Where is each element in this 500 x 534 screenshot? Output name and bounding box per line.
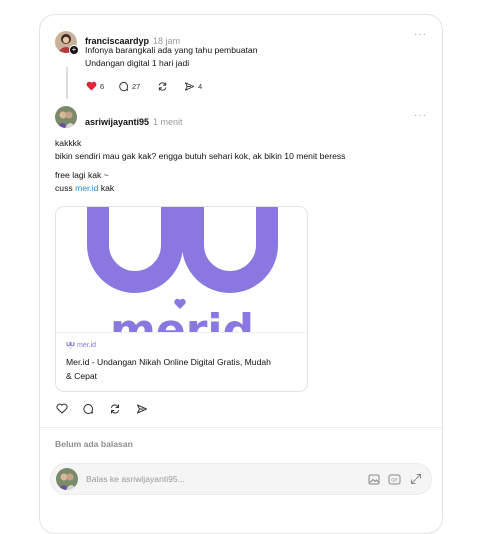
empty-replies-label: Belum ada balasan [55, 439, 133, 449]
reply-input[interactable]: Balas ke asriwijayanti95... [86, 474, 185, 484]
divider [40, 427, 442, 428]
more-options-icon[interactable]: ··· [414, 110, 427, 121]
send-icon [137, 404, 147, 414]
heart-filled-icon [86, 81, 97, 91]
reply-text-line-1: kakkkk [55, 138, 82, 148]
image-icon[interactable] [368, 474, 380, 485]
comment-button[interactable] [82, 403, 94, 415]
avatar [56, 468, 78, 490]
share-button[interactable] [136, 403, 148, 415]
repost-button[interactable] [157, 81, 168, 92]
share-count: 4 [198, 82, 203, 91]
more-options-icon[interactable]: ··· [414, 29, 427, 40]
reply-text-line-2: bikin sendiri mau gak kak? engga butuh s… [55, 151, 346, 161]
link-preview-card[interactable]: merid m mer.id Mer.id - Undangan Nikah O… [55, 206, 308, 392]
link-preview-domain: m mer.id [66, 342, 96, 349]
reply-text-line-4: cuss mer.id kak [55, 183, 115, 193]
thread-card: + franciscaardyp 18 jam ··· Infonya baran… [39, 14, 443, 534]
reply-count: 27 [132, 82, 141, 91]
link-preview-title-line-1: Mer.id - Undangan Nikah Online Digital G… [66, 357, 271, 367]
link-preview-image: merid [56, 207, 307, 333]
comment-icon [119, 81, 129, 92]
like-button[interactable]: 6 [86, 81, 104, 91]
link-preview-title-line-2: & Cepat [66, 371, 98, 381]
share-button[interactable]: 4 [184, 81, 202, 92]
expand-icon[interactable] [410, 473, 422, 485]
repost-icon [111, 404, 119, 414]
merid-logo-text: merid [110, 305, 254, 333]
send-icon [184, 82, 195, 91]
thread-line [66, 67, 68, 99]
repost-icon [158, 82, 167, 91]
username[interactable]: asriwijayanti95 [85, 117, 149, 127]
post-text-line-2: Undangan digital 1 hari jadi [85, 58, 190, 68]
mer-id-link[interactable]: mer.id [75, 183, 98, 193]
comment-button[interactable]: 27 [118, 81, 140, 92]
comment-icon [83, 403, 93, 414]
post-text-line-1: Infonya barangkali ada yang tahu pembuat… [85, 45, 258, 55]
follow-badge-icon[interactable]: + [69, 45, 79, 55]
post-header: asriwijayanti95 1 menit [85, 112, 183, 130]
repost-button[interactable] [109, 403, 121, 415]
heart-icon [56, 403, 68, 414]
avatar[interactable] [55, 106, 77, 128]
post-time: 1 menit [153, 117, 183, 127]
svg-text:m: m [69, 347, 72, 349]
like-button[interactable] [56, 403, 68, 414]
reply-text-line-3: free lagi kak ~ [55, 170, 109, 180]
merid-logo: merid [87, 207, 278, 333]
merid-favicon-icon: m [66, 342, 75, 349]
reply-input-bar[interactable]: Balas ke asriwijayanti95... GIF [50, 463, 432, 495]
gif-icon[interactable]: GIF [388, 474, 401, 485]
svg-text:GIF: GIF [391, 478, 398, 483]
like-count: 6 [100, 81, 105, 91]
